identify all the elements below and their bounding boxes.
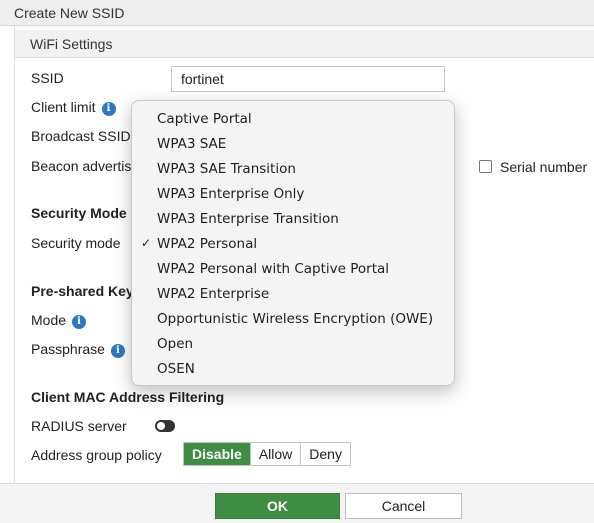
passphrase-row: Passphrase i [31,341,125,358]
passphrase-label: Passphrase [31,341,105,357]
dropdown-item-label: WPA2 Enterprise [157,286,270,302]
mac-filter-section-title: Client MAC Address Filtering [31,389,225,405]
radius-server-label: RADIUS server [31,418,127,434]
serial-number-checkbox[interactable] [479,160,492,173]
serial-number-option[interactable]: Serial number [479,159,587,175]
dropdown-item-open[interactable]: Open [132,332,454,357]
info-icon[interactable]: i [72,315,87,329]
client-limit-row: Client limit i [31,99,116,116]
dropdown-item-wpa2-enterprise[interactable]: WPA2 Enterprise [132,282,454,307]
dropdown-item-owe[interactable]: Opportunistic Wireless Encryption (OWE) [132,307,454,332]
security-mode-dropdown-menu: Captive Portal WPA3 SAE WPA3 SAE Transit… [131,100,455,386]
address-group-policy-segmented: Disable Allow Deny [183,442,351,466]
dropdown-item-label: Open [157,336,194,352]
dropdown-item-label: WPA2 Personal with Captive Portal [157,261,390,277]
dropdown-item-label: Captive Portal [157,111,252,127]
dropdown-item-label: Opportunistic Wireless Encryption (OWE) [157,311,434,327]
radius-server-toggle[interactable] [155,420,175,432]
dropdown-item-label: WPA3 SAE Transition [157,161,296,177]
ssid-label: SSID [31,70,64,86]
cancel-button[interactable]: Cancel [345,493,462,519]
info-icon[interactable]: i [110,344,125,358]
wifi-settings-header: WiFi Settings [15,30,594,58]
policy-deny-button[interactable]: Deny [300,443,350,465]
dropdown-item-wpa3-enterprise-only[interactable]: WPA3 Enterprise Only [132,182,454,207]
beacon-advertising-label: Beacon advertis [31,158,132,174]
dropdown-item-wpa3-sae-transition[interactable]: WPA3 SAE Transition [132,157,454,182]
dropdown-item-wpa3-sae[interactable]: WPA3 SAE [132,132,454,157]
dropdown-item-wpa3-enterprise-transition[interactable]: WPA3 Enterprise Transition [132,207,454,232]
dropdown-item-label: WPA3 Enterprise Transition [157,211,339,227]
ssid-input[interactable]: fortinet [171,66,445,92]
dialog-title: Create New SSID [0,0,594,26]
address-group-policy-label: Address group policy [31,447,162,463]
serial-number-label: Serial number [500,159,588,175]
pre-shared-key-section-title: Pre-shared Key [31,283,134,299]
dropdown-item-label: WPA2 Personal [157,236,258,252]
client-limit-label: Client limit [31,99,96,115]
dropdown-item-osen[interactable]: OSEN [132,357,454,382]
policy-allow-button[interactable]: Allow [249,443,301,465]
dropdown-item-label: WPA3 SAE [157,136,227,152]
ok-button[interactable]: OK [215,493,340,519]
psk-mode-label: Mode [31,312,67,328]
psk-mode-row: Mode i [31,312,87,329]
security-mode-section-title: Security Mode S [31,205,140,221]
dropdown-item-wpa2-personal[interactable]: ✓ WPA2 Personal [132,232,454,257]
broadcast-ssid-label: Broadcast SSID [31,128,131,144]
dialog-footer: OK Cancel [0,483,594,523]
info-icon[interactable]: i [101,102,116,116]
dropdown-item-label: OSEN [157,361,195,377]
security-mode-label: Security mode [31,235,121,251]
policy-disable-button[interactable]: Disable [184,443,250,465]
dropdown-item-captive-portal[interactable]: Captive Portal [132,107,454,132]
checkmark-icon: ✓ [141,236,152,250]
dropdown-item-wpa2-personal-captive-portal[interactable]: WPA2 Personal with Captive Portal [132,257,454,282]
dropdown-item-label: WPA3 Enterprise Only [157,186,305,202]
